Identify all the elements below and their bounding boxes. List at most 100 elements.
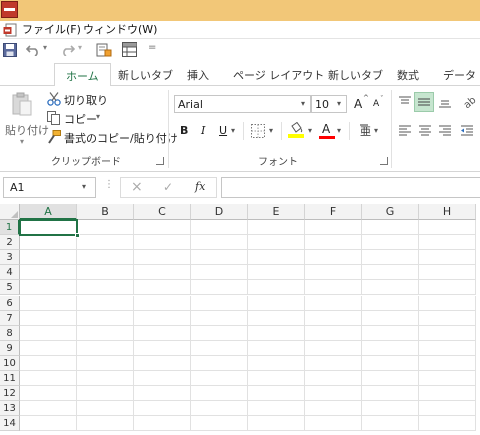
cell-E13[interactable] [248, 401, 305, 417]
cell-G1[interactable] [362, 220, 419, 236]
cell-B5[interactable] [77, 280, 134, 296]
tab-home[interactable]: ホーム [54, 63, 111, 87]
active-cell-A1[interactable] [19, 219, 80, 239]
cell-B7[interactable] [77, 310, 134, 326]
cell-G11[interactable] [362, 371, 419, 387]
row-header-1[interactable]: 1 [0, 220, 20, 236]
cell-D14[interactable] [191, 416, 248, 432]
cell-B13[interactable] [77, 401, 134, 417]
column-header-C[interactable]: C [134, 204, 191, 220]
cell-C2[interactable] [134, 235, 191, 251]
customize-qat-button[interactable]: = [148, 42, 156, 53]
cell-F6[interactable] [305, 295, 362, 311]
cell-G3[interactable] [362, 250, 419, 266]
align-middle-button[interactable] [414, 92, 434, 112]
cell-E11[interactable] [248, 371, 305, 387]
tab-page-layout[interactable]: ページ レイアウト [233, 67, 324, 83]
cut-button[interactable]: 切り取り [46, 91, 116, 107]
font-name-select[interactable]: Arial ▾ [174, 95, 311, 113]
font-color-button[interactable]: A [319, 122, 335, 140]
row-header-9[interactable]: 9 [0, 340, 20, 356]
cell-E3[interactable] [248, 250, 305, 266]
select-all-corner[interactable] [0, 204, 20, 220]
cell-F14[interactable] [305, 416, 362, 432]
align-center-icon[interactable] [418, 124, 432, 138]
cell-C5[interactable] [134, 280, 191, 296]
cell-A10[interactable] [20, 355, 77, 371]
decrease-indent-icon[interactable] [460, 124, 474, 138]
cell-F7[interactable] [305, 310, 362, 326]
cell-H8[interactable] [419, 325, 476, 341]
cell-G14[interactable] [362, 416, 419, 432]
tab-new-tab-2[interactable]: 新しいタブ [328, 67, 383, 83]
row-header-8[interactable]: 8 [0, 325, 20, 341]
tab-insert[interactable]: 挿入 [187, 67, 209, 83]
cell-C8[interactable] [134, 325, 191, 341]
cancel-icon[interactable]: × [131, 179, 143, 195]
row-header-5[interactable]: 5 [0, 280, 20, 296]
cell-C9[interactable] [134, 340, 191, 356]
cell-E12[interactable] [248, 386, 305, 402]
row-header-10[interactable]: 10 [0, 355, 20, 371]
cell-H12[interactable] [419, 386, 476, 402]
cell-C1[interactable] [134, 220, 191, 236]
cell-A9[interactable] [20, 340, 77, 356]
cell-D3[interactable] [191, 250, 248, 266]
cell-H2[interactable] [419, 235, 476, 251]
cell-F4[interactable] [305, 265, 362, 281]
column-header-H[interactable]: H [419, 204, 476, 220]
cell-G7[interactable] [362, 310, 419, 326]
phonetic-guide-icon[interactable]: 亜 [357, 123, 371, 139]
underline-dropdown-icon[interactable]: ▾ [231, 126, 235, 135]
cell-B8[interactable] [77, 325, 134, 341]
undo-dropdown-icon[interactable]: ▾ [43, 43, 47, 52]
cell-A12[interactable] [20, 386, 77, 402]
cell-B1[interactable] [77, 220, 134, 236]
cell-H9[interactable] [419, 340, 476, 356]
borders-dropdown-icon[interactable]: ▾ [269, 126, 273, 135]
column-header-A[interactable]: A [20, 204, 77, 220]
row-header-11[interactable]: 11 [0, 371, 20, 387]
row-header-13[interactable]: 13 [0, 401, 20, 417]
cell-H4[interactable] [419, 265, 476, 281]
cell-E4[interactable] [248, 265, 305, 281]
cell-C14[interactable] [134, 416, 191, 432]
cell-F12[interactable] [305, 386, 362, 402]
cell-C10[interactable] [134, 355, 191, 371]
name-box[interactable]: A1 ▾ [3, 177, 96, 198]
grow-font-button[interactable]: A ^ [353, 94, 369, 113]
cell-H14[interactable] [419, 416, 476, 432]
cell-C13[interactable] [134, 401, 191, 417]
column-header-B[interactable]: B [77, 204, 134, 220]
cell-E8[interactable] [248, 325, 305, 341]
format-painter-button[interactable]: 書式のコピー/貼り付け [46, 129, 178, 145]
align-left-icon[interactable] [398, 124, 412, 138]
cell-D6[interactable] [191, 295, 248, 311]
cell-B2[interactable] [77, 235, 134, 251]
cell-D5[interactable] [191, 280, 248, 296]
cell-B9[interactable] [77, 340, 134, 356]
cell-B14[interactable] [77, 416, 134, 432]
cell-A3[interactable] [20, 250, 77, 266]
cell-D1[interactable] [191, 220, 248, 236]
cell-E5[interactable] [248, 280, 305, 296]
borders-icon[interactable] [251, 124, 265, 138]
cell-H10[interactable] [419, 355, 476, 371]
bold-button[interactable]: B [180, 124, 188, 137]
cell-F8[interactable] [305, 325, 362, 341]
column-header-G[interactable]: G [362, 204, 419, 220]
row-header-14[interactable]: 14 [0, 416, 20, 432]
cell-E9[interactable] [248, 340, 305, 356]
cell-F9[interactable] [305, 340, 362, 356]
tab-data[interactable]: データ [443, 67, 476, 83]
cell-F11[interactable] [305, 371, 362, 387]
redo-dropdown-icon[interactable]: ▾ [78, 43, 82, 52]
column-header-F[interactable]: F [305, 204, 362, 220]
cell-B3[interactable] [77, 250, 134, 266]
cell-H7[interactable] [419, 310, 476, 326]
fill-color-dropdown-icon[interactable]: ▾ [308, 126, 312, 135]
font-color-dropdown-icon[interactable]: ▾ [337, 126, 341, 135]
cell-H11[interactable] [419, 371, 476, 387]
cell-D7[interactable] [191, 310, 248, 326]
cell-B12[interactable] [77, 386, 134, 402]
